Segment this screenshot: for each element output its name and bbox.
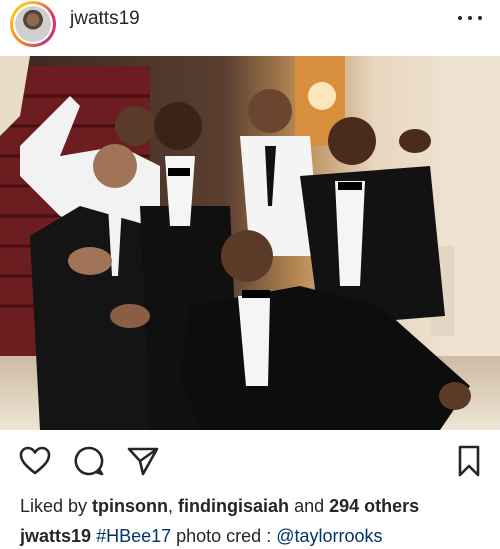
more-horizontal-icon[interactable]	[458, 10, 482, 26]
heart-icon[interactable]	[18, 444, 52, 478]
liker-link-1[interactable]: tpinsonn	[92, 496, 168, 516]
liker-link-2[interactable]: findingisaiah	[178, 496, 289, 516]
paper-plane-icon[interactable]	[126, 444, 160, 478]
post-username[interactable]: jwatts19	[70, 8, 140, 30]
bookmark-icon[interactable]	[452, 444, 486, 478]
likes-prefix: Liked by	[20, 496, 93, 516]
likes-others-link[interactable]: 294 others	[329, 496, 419, 516]
likes-summary: Liked by tpinsonn, findingisaiah and 294…	[20, 496, 419, 517]
avatar-ring-gap	[13, 4, 53, 44]
comment-bubble-icon[interactable]	[72, 444, 106, 478]
likes-and: and	[289, 496, 330, 516]
post-caption: jwatts19 #HBee17 photo cred : @taylorroo…	[20, 526, 383, 547]
likes-separator: ,	[168, 496, 179, 516]
caption-text: photo cred :	[171, 526, 277, 546]
post-photo[interactable]	[0, 56, 500, 430]
post-actions-bar	[0, 444, 500, 484]
post-header: jwatts19	[0, 0, 500, 56]
avatar-photo	[15, 6, 51, 42]
caption-username[interactable]: jwatts19	[20, 526, 91, 546]
caption-mention[interactable]: @taylorrooks	[276, 526, 382, 546]
caption-hashtag[interactable]: #HBee17	[96, 526, 171, 546]
tuxedo-group-photo	[0, 56, 500, 430]
avatar[interactable]	[10, 1, 56, 47]
